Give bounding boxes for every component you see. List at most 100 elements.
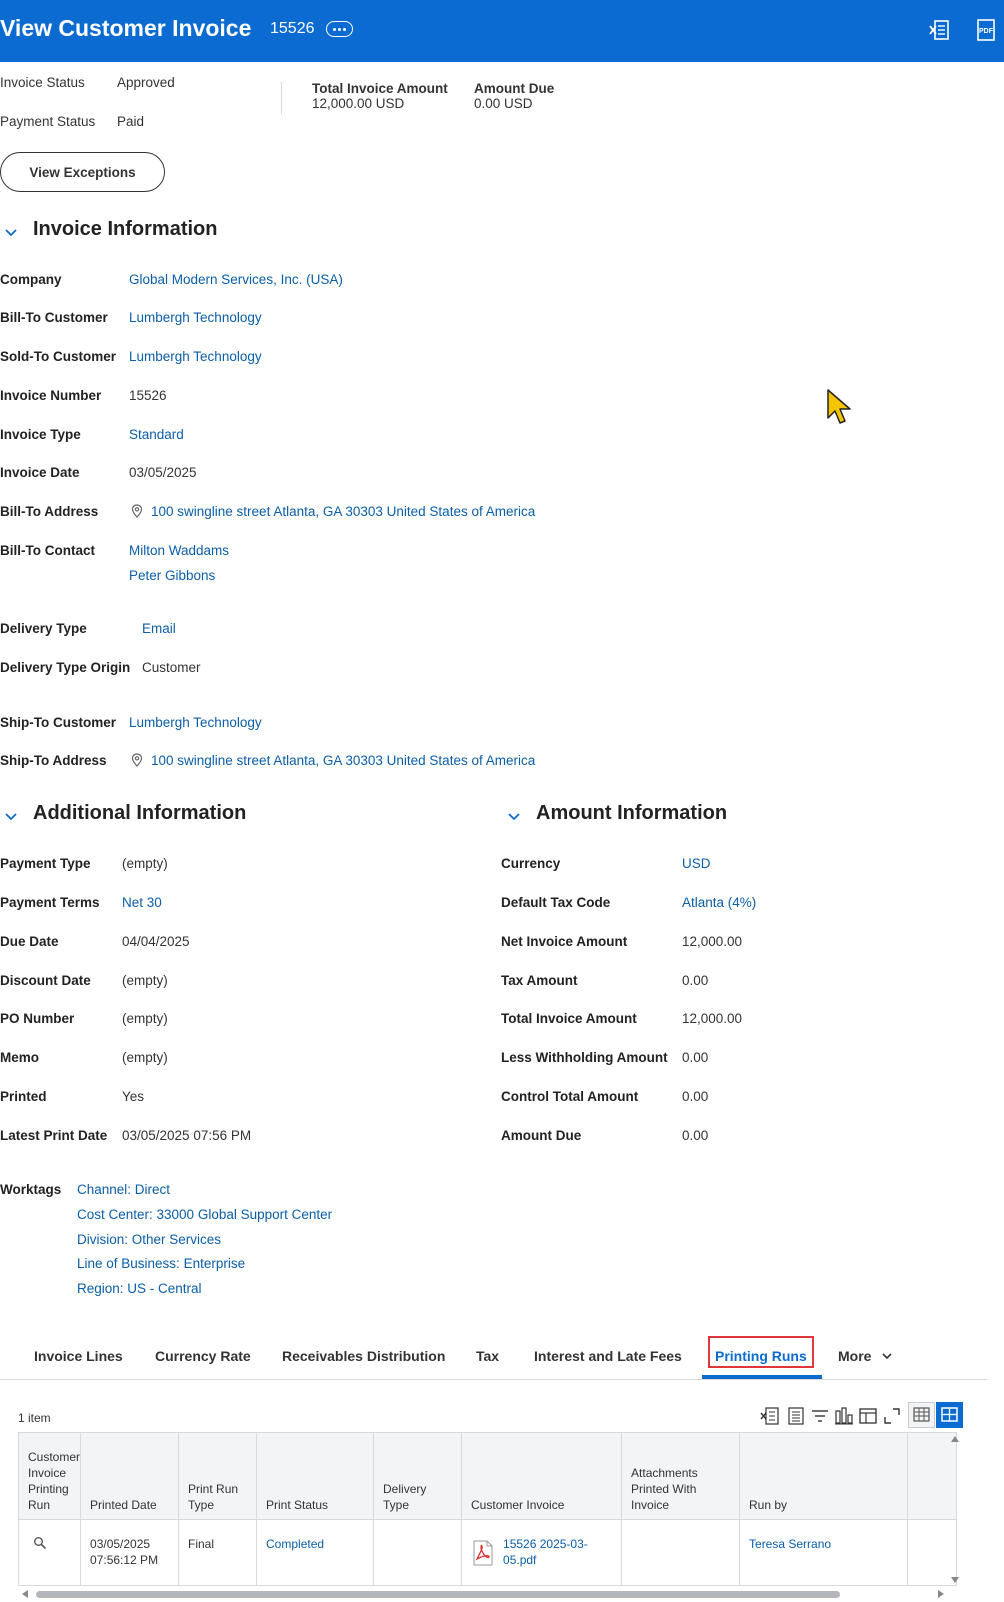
related-actions-button[interactable] (326, 21, 353, 37)
bill-to-contact-label: Bill-To Contact (0, 543, 95, 558)
magnifier-icon[interactable] (33, 1536, 47, 1550)
table-view-toggle[interactable] (908, 1402, 935, 1428)
printed-label: Printed (0, 1089, 47, 1104)
customer-invoice-cell: 15526 2025-03-05.pdf (461, 1519, 623, 1586)
company-link[interactable]: Global Modern Services, Inc. (USA) (129, 272, 343, 287)
ship-to-address-link[interactable]: 100 swingline street Atlanta, GA 30303 U… (131, 753, 535, 768)
column-header[interactable]: Customer Invoice (461, 1432, 623, 1520)
amount-due-label: Amount Due (474, 81, 555, 96)
vertical-scrollbar[interactable] (948, 1432, 962, 1587)
delivery-type-label: Delivery Type (0, 621, 87, 636)
invoice-number-title: 15526 (270, 20, 315, 37)
pdf-export-icon[interactable]: PDF (974, 18, 998, 42)
filter-icon[interactable] (810, 1406, 830, 1426)
bill-to-contact-link[interactable]: Milton Waddams (129, 543, 229, 558)
column-header[interactable]: Attachments Printed With Invoice (621, 1432, 741, 1520)
column-header[interactable]: Customer Invoice Printing Run (17, 1432, 82, 1520)
view-exceptions-button[interactable]: View Exceptions (0, 152, 165, 192)
default-tax-code-link[interactable]: Atlanta (4%) (682, 895, 756, 910)
tab-more[interactable]: More (838, 1348, 893, 1364)
print-icon[interactable] (786, 1406, 806, 1426)
chevron-down-icon[interactable] (507, 810, 521, 824)
additional-information-heading: Additional Information (33, 802, 247, 824)
latest-print-date-value: 03/05/2025 07:56 PM (122, 1128, 252, 1143)
invoice-date-value: 03/05/2025 (129, 465, 197, 480)
due-date-label: Due Date (0, 934, 59, 949)
active-tab-indicator (702, 1375, 822, 1379)
column-header[interactable]: Printed Date (80, 1432, 180, 1520)
column-layout-icon[interactable] (858, 1406, 878, 1426)
column-header[interactable]: Print Status (256, 1432, 375, 1520)
tab-tax[interactable]: Tax (476, 1348, 499, 1364)
excel-export-icon[interactable] (760, 1406, 780, 1426)
tab-invoice-lines[interactable]: Invoice Lines (34, 1348, 123, 1364)
bill-to-customer-label: Bill-To Customer (0, 310, 108, 325)
discount-date-value: (empty) (122, 973, 168, 988)
invoice-status-label: Invoice Status (0, 75, 85, 90)
worktag-link[interactable]: Region: US - Central (77, 1281, 202, 1296)
tax-amount-value: 0.00 (682, 973, 709, 988)
invoice-number-label: Invoice Number (0, 388, 102, 403)
ship-to-address-label: Ship-To Address (0, 753, 107, 768)
less-withholding-amount-label: Less Withholding Amount (501, 1050, 668, 1065)
due-date-value: 04/04/2025 (122, 934, 190, 949)
tab-more-label: More (838, 1348, 872, 1364)
bill-to-contact-link[interactable]: Peter Gibbons (129, 568, 215, 583)
invoice-pdf-link[interactable]: 15526 2025-03-05.pdf (503, 1536, 613, 1568)
invoice-type-link[interactable]: Standard (129, 427, 184, 442)
chart-icon[interactable] (834, 1406, 854, 1426)
page-title: View Customer Invoice (0, 15, 252, 41)
svg-text:PDF: PDF (979, 28, 994, 35)
pdf-file-icon (473, 1540, 493, 1566)
control-total-amount-value: 0.00 (682, 1089, 709, 1104)
excel-export-icon[interactable] (928, 18, 952, 42)
mouse-cursor-icon (827, 389, 851, 424)
chevron-down-icon[interactable] (4, 810, 18, 824)
print-run-type-cell: Final (178, 1519, 258, 1586)
tab-receivables-distribution[interactable]: Receivables Distribution (282, 1348, 445, 1364)
bill-to-address-label: Bill-To Address (0, 504, 99, 519)
tab-interest-and-late-fees[interactable]: Interest and Late Fees (534, 1348, 682, 1364)
column-header[interactable]: Print Run Type (178, 1432, 258, 1520)
printing-run-cell[interactable] (17, 1519, 82, 1586)
total-invoice-amount-value: 12,000.00 USD (312, 96, 405, 111)
currency-link[interactable]: USD (682, 856, 711, 871)
sold-to-customer-link[interactable]: Lumbergh Technology (129, 349, 262, 364)
sold-to-customer-label: Sold-To Customer (0, 349, 116, 364)
print-status-link[interactable]: Completed (266, 1537, 324, 1551)
table-view-icon (913, 1407, 930, 1422)
worktag-link[interactable]: Channel: Direct (77, 1182, 170, 1197)
memo-label: Memo (0, 1050, 40, 1065)
chevron-down-icon (882, 1353, 892, 1360)
po-number-value: (empty) (122, 1011, 168, 1026)
invoice-number-value: 15526 (129, 388, 167, 403)
grid-view-icon (941, 1407, 958, 1422)
worktag-link[interactable]: Line of Business: Enterprise (77, 1256, 245, 1271)
ship-to-customer-label: Ship-To Customer (0, 715, 116, 730)
column-header[interactable]: Delivery Type (373, 1432, 463, 1520)
delivery-type-origin-value: Customer (142, 660, 201, 675)
horizontal-scrollbar[interactable] (18, 1588, 948, 1600)
fullscreen-icon[interactable] (882, 1406, 902, 1426)
delivery-type-link[interactable]: Email (142, 621, 176, 636)
worktag-link[interactable]: Division: Other Services (77, 1232, 221, 1247)
total-invoice-amount-detail-value: 12,000.00 (682, 1011, 743, 1026)
grid-view-toggle[interactable] (936, 1402, 963, 1428)
tab-currency-rate[interactable]: Currency Rate (155, 1348, 251, 1364)
default-tax-code-label: Default Tax Code (501, 895, 611, 910)
payment-terms-link[interactable]: Net 30 (122, 895, 162, 910)
worktags-label: Worktags (0, 1182, 62, 1197)
printing-runs-table: Customer Invoice Printing Run Printed Da… (17, 1432, 958, 1586)
worktag-link[interactable]: Cost Center: 33000 Global Support Center (77, 1207, 332, 1222)
tab-highlight-box (708, 1336, 814, 1368)
table-header-row: Customer Invoice Printing Run Printed Da… (17, 1432, 958, 1520)
column-header[interactable]: Run by (739, 1432, 909, 1520)
bill-to-address-link[interactable]: 100 swingline street Atlanta, GA 30303 U… (131, 504, 535, 519)
ship-to-customer-link[interactable]: Lumbergh Technology (129, 715, 262, 730)
net-invoice-amount-value: 12,000.00 (682, 934, 743, 949)
amount-information-heading: Amount Information (536, 802, 728, 824)
bill-to-customer-link[interactable]: Lumbergh Technology (129, 310, 262, 325)
chevron-down-icon[interactable] (4, 226, 18, 240)
run-by-link[interactable]: Teresa Serrano (749, 1537, 831, 1551)
company-label: Company (0, 272, 62, 287)
